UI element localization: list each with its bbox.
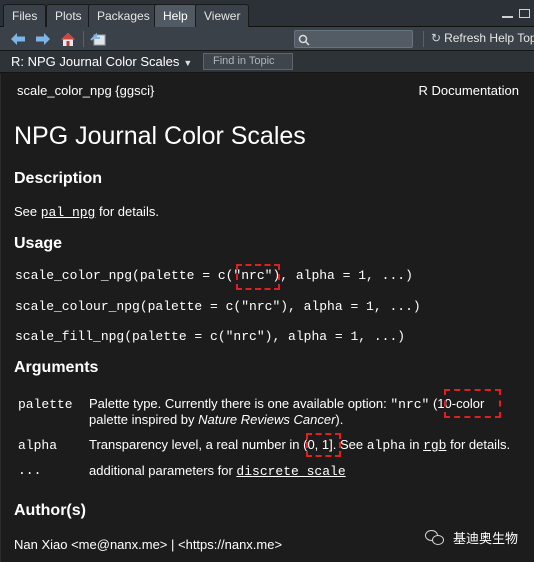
pal-npg-link[interactable]: pal_npg <box>41 205 96 220</box>
pane-tab-bar: Files Plots Packages Help Viewer <box>0 0 534 27</box>
arg-code: alpha <box>366 438 406 453</box>
highlight-box <box>306 433 341 457</box>
find-in-topic-input[interactable]: Find in Topic <box>203 53 293 70</box>
rgb-link[interactable]: rgb <box>423 438 446 453</box>
back-arrow-icon[interactable] <box>9 30 27 48</box>
topic-title: R: NPG Journal Color Scales <box>11 54 180 69</box>
arg-italic: Nature Reviews Cancer <box>198 412 336 427</box>
section-heading-description: Description <box>14 170 103 187</box>
home-icon[interactable] <box>59 30 77 48</box>
usage-line: scale_color_npg(palette = c("nrc"), alph… <box>15 268 413 283</box>
arg-name-dots: ... <box>18 463 42 478</box>
help-document: scale_color_npg {ggsci} R Documentation … <box>0 74 534 562</box>
search-icon <box>298 31 310 49</box>
description-text: See pal_npg for details. <box>14 204 159 220</box>
arg-code: "nrc" <box>390 397 430 412</box>
topic-bar: R: NPG Journal Color Scales ▼ Find in Top… <box>0 51 534 73</box>
section-heading-authors: Author(s) <box>14 502 86 519</box>
window-controls <box>502 9 530 18</box>
usage-line: scale_fill_npg(palette = c("nrc"), alpha… <box>15 329 406 344</box>
popout-icon[interactable] <box>89 30 107 48</box>
refresh-label: Refresh Help Topic <box>444 31 534 45</box>
arg-desc-alpha: Transparency level, a real number in (0,… <box>89 437 510 453</box>
usage-line: scale_colour_npg(palette = c("nrc"), alp… <box>15 299 421 314</box>
toolbar-divider <box>423 31 424 47</box>
arg-name-palette: palette <box>18 397 73 412</box>
arg-text: for details. <box>446 437 511 452</box>
tab-help[interactable]: Help <box>154 4 197 27</box>
highlight-box <box>236 264 280 290</box>
help-search-input[interactable] <box>294 30 413 48</box>
highlight-box <box>444 389 501 418</box>
description-post: for details. <box>95 204 159 219</box>
watermark-text: 基迪奥生物 <box>453 531 519 546</box>
tab-plots[interactable]: Plots <box>46 4 91 27</box>
toolbar-divider <box>83 31 84 47</box>
watermark: 基迪奥生物 <box>425 528 518 547</box>
topic-title-dropdown[interactable]: R: NPG Journal Color Scales ▼ <box>11 54 192 69</box>
discrete-scale-link[interactable]: discrete_scale <box>236 464 345 479</box>
doc-header-left: scale_color_npg {ggsci} <box>17 83 155 98</box>
arg-text: additional parameters for <box>89 463 237 478</box>
description-pre: See <box>14 204 41 219</box>
tab-packages[interactable]: Packages <box>88 4 159 27</box>
section-heading-arguments: Arguments <box>14 359 99 376</box>
chevron-down-icon: ▼ <box>183 58 193 68</box>
refresh-icon: ↻ <box>431 31 442 45</box>
author-line: Nan Xiao <me@nanx.me> | <https://nanx.me… <box>14 537 283 552</box>
arg-text: Palette type. Currently there is one ava… <box>89 396 391 411</box>
help-toolbar: ↻Refresh Help Topic <box>0 27 534 51</box>
doc-header-right: R Documentation <box>418 83 519 98</box>
forward-arrow-icon[interactable] <box>34 30 52 48</box>
arg-text: palette inspired by <box>89 412 199 427</box>
arg-desc-palette-line2: palette inspired by Nature Reviews Cance… <box>89 412 343 427</box>
wechat-icon <box>425 529 445 546</box>
arg-text: Transparency level, a real number in <box>89 437 304 452</box>
minimize-pane-icon[interactable] <box>502 15 513 18</box>
maximize-pane-icon[interactable] <box>519 9 530 18</box>
tab-viewer[interactable]: Viewer <box>195 4 250 27</box>
arg-desc-palette-line1: Palette type. Currently there is one ava… <box>89 396 484 412</box>
page-title: NPG Journal Color Scales <box>14 122 306 150</box>
arg-text: ). <box>335 412 344 427</box>
arg-name-alpha: alpha <box>18 438 58 453</box>
section-heading-usage: Usage <box>14 235 63 252</box>
tab-files[interactable]: Files <box>3 4 47 27</box>
arg-text: in <box>405 437 424 452</box>
arg-desc-dots: additional parameters for discrete_scale <box>89 463 346 479</box>
refresh-help-topic-button[interactable]: ↻Refresh Help Topic <box>431 31 534 45</box>
